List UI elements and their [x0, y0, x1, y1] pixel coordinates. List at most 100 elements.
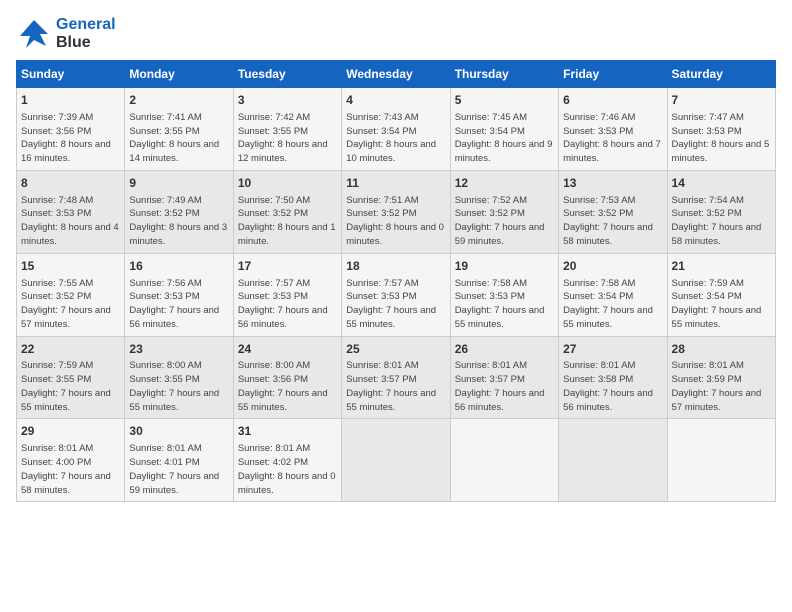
calendar-cell — [450, 419, 558, 502]
logo: General Blue — [16, 16, 116, 52]
calendar-cell: 21 Sunrise: 7:59 AM Sunset: 3:54 PM Dayli… — [667, 253, 775, 336]
calendar-cell: 17 Sunrise: 7:57 AM Sunset: 3:53 PM Dayli… — [233, 253, 341, 336]
calendar-cell: 16Sunrise: 7:56 AM Sunset: 3:53 PM Dayli… — [125, 253, 233, 336]
calendar-cell: 29 Sunrise: 8:01 AM Sunset: 4:00 PM Dayli… — [17, 419, 125, 502]
calendar-cell: 12Sunrise: 7:52 AM Sunset: 3:52 PM Dayli… — [450, 170, 558, 253]
day-details: Sunrise: 7:49 AM Sunset: 3:52 PM Dayligh… — [129, 194, 228, 249]
calendar-cell: 28Sunrise: 8:01 AM Sunset: 3:59 PM Dayli… — [667, 336, 775, 419]
day-details: Sunrise: 8:01 AM Sunset: 4:01 PM Dayligh… — [129, 442, 228, 497]
day-details: Sunrise: 8:01 AM Sunset: 3:57 PM Dayligh… — [455, 359, 554, 414]
logo-icon — [16, 16, 52, 52]
day-number: 7 — [672, 92, 771, 109]
day-details: Sunrise: 7:54 AM Sunset: 3:52 PM Dayligh… — [672, 194, 771, 249]
calendar-cell — [667, 419, 775, 502]
logo-text-general: General — [56, 16, 116, 34]
calendar-cell: 1Sunrise: 7:39 AM Sunset: 3:56 PM Daylig… — [17, 88, 125, 171]
day-number: 19 — [455, 258, 554, 275]
day-number: 17 — [238, 258, 337, 275]
calendar-cell: 6Sunrise: 7:46 AM Sunset: 3:53 PM Daylig… — [559, 88, 667, 171]
day-number: 18 — [346, 258, 445, 275]
day-details: Sunrise: 7:55 AM Sunset: 3:52 PM Dayligh… — [21, 277, 120, 332]
day-details: Sunrise: 7:48 AM Sunset: 3:53 PM Dayligh… — [21, 194, 120, 249]
day-number: 4 — [346, 92, 445, 109]
day-number: 8 — [21, 175, 120, 192]
calendar-cell: 24Sunrise: 8:00 AM Sunset: 3:56 PM Dayli… — [233, 336, 341, 419]
calendar-cell: 3Sunrise: 7:42 AM Sunset: 3:55 PM Daylig… — [233, 88, 341, 171]
day-number: 11 — [346, 175, 445, 192]
calendar-cell: 5Sunrise: 7:45 AM Sunset: 3:54 PM Daylig… — [450, 88, 558, 171]
calendar-cell: 22Sunrise: 7:59 AM Sunset: 3:55 PM Dayli… — [17, 336, 125, 419]
day-details: Sunrise: 8:01 AM Sunset: 4:02 PM Dayligh… — [238, 442, 337, 497]
calendar-cell: 8 Sunrise: 7:48 AM Sunset: 3:53 PM Daylig… — [17, 170, 125, 253]
calendar-cell: 7 Sunrise: 7:47 AM Sunset: 3:53 PM Daylig… — [667, 88, 775, 171]
header-cell-tuesday: Tuesday — [233, 61, 341, 88]
day-number: 21 — [672, 258, 771, 275]
calendar-week-row: 8 Sunrise: 7:48 AM Sunset: 3:53 PM Daylig… — [17, 170, 776, 253]
day-details: Sunrise: 7:46 AM Sunset: 3:53 PM Dayligh… — [563, 111, 662, 166]
day-number: 10 — [238, 175, 337, 192]
logo-text-blue: Blue — [56, 34, 116, 52]
day-number: 14 — [672, 175, 771, 192]
calendar-table: SundayMondayTuesdayWednesdayThursdayFrid… — [16, 60, 776, 502]
day-number: 20 — [563, 258, 662, 275]
calendar-cell: 9 Sunrise: 7:49 AM Sunset: 3:52 PM Daylig… — [125, 170, 233, 253]
day-details: Sunrise: 8:01 AM Sunset: 4:00 PM Dayligh… — [21, 442, 120, 497]
header-cell-monday: Monday — [125, 61, 233, 88]
day-number: 9 — [129, 175, 228, 192]
calendar-week-row: 15 Sunrise: 7:55 AM Sunset: 3:52 PM Dayli… — [17, 253, 776, 336]
calendar-cell: 20 Sunrise: 7:58 AM Sunset: 3:54 PM Dayli… — [559, 253, 667, 336]
calendar-cell: 31Sunrise: 8:01 AM Sunset: 4:02 PM Dayli… — [233, 419, 341, 502]
calendar-cell: 14 Sunrise: 7:54 AM Sunset: 3:52 PM Dayli… — [667, 170, 775, 253]
day-number: 23 — [129, 341, 228, 358]
day-details: Sunrise: 7:47 AM Sunset: 3:53 PM Dayligh… — [672, 111, 771, 166]
calendar-cell: 30 Sunrise: 8:01 AM Sunset: 4:01 PM Dayli… — [125, 419, 233, 502]
header-cell-wednesday: Wednesday — [342, 61, 450, 88]
day-details: Sunrise: 7:53 AM Sunset: 3:52 PM Dayligh… — [563, 194, 662, 249]
day-number: 15 — [21, 258, 120, 275]
day-details: Sunrise: 8:00 AM Sunset: 3:55 PM Dayligh… — [129, 359, 228, 414]
calendar-week-row: 29 Sunrise: 8:01 AM Sunset: 4:00 PM Dayli… — [17, 419, 776, 502]
day-number: 24 — [238, 341, 337, 358]
day-details: Sunrise: 7:43 AM Sunset: 3:54 PM Dayligh… — [346, 111, 445, 166]
calendar-cell: 18 Sunrise: 7:57 AM Sunset: 3:53 PM Dayli… — [342, 253, 450, 336]
calendar-cell: 23Sunrise: 8:00 AM Sunset: 3:55 PM Dayli… — [125, 336, 233, 419]
day-number: 25 — [346, 341, 445, 358]
day-number: 1 — [21, 92, 120, 109]
calendar-cell: 26Sunrise: 8:01 AM Sunset: 3:57 PM Dayli… — [450, 336, 558, 419]
day-details: Sunrise: 7:51 AM Sunset: 3:52 PM Dayligh… — [346, 194, 445, 249]
calendar-cell: 27Sunrise: 8:01 AM Sunset: 3:58 PM Dayli… — [559, 336, 667, 419]
day-number: 13 — [563, 175, 662, 192]
day-number: 29 — [21, 423, 120, 440]
calendar-week-row: 1Sunrise: 7:39 AM Sunset: 3:56 PM Daylig… — [17, 88, 776, 171]
calendar-cell — [342, 419, 450, 502]
calendar-cell: 11 Sunrise: 7:51 AM Sunset: 3:52 PM Dayli… — [342, 170, 450, 253]
day-details: Sunrise: 7:50 AM Sunset: 3:52 PM Dayligh… — [238, 194, 337, 249]
day-number: 26 — [455, 341, 554, 358]
day-details: Sunrise: 7:59 AM Sunset: 3:55 PM Dayligh… — [21, 359, 120, 414]
day-details: Sunrise: 7:57 AM Sunset: 3:53 PM Dayligh… — [238, 277, 337, 332]
header-cell-thursday: Thursday — [450, 61, 558, 88]
day-number: 2 — [129, 92, 228, 109]
day-details: Sunrise: 7:41 AM Sunset: 3:55 PM Dayligh… — [129, 111, 228, 166]
header-cell-saturday: Saturday — [667, 61, 775, 88]
header: General Blue — [16, 16, 776, 52]
calendar-cell: 13 Sunrise: 7:53 AM Sunset: 3:52 PM Dayli… — [559, 170, 667, 253]
day-details: Sunrise: 7:59 AM Sunset: 3:54 PM Dayligh… — [672, 277, 771, 332]
day-details: Sunrise: 7:57 AM Sunset: 3:53 PM Dayligh… — [346, 277, 445, 332]
calendar-week-row: 22Sunrise: 7:59 AM Sunset: 3:55 PM Dayli… — [17, 336, 776, 419]
day-number: 30 — [129, 423, 228, 440]
calendar-cell: 25Sunrise: 8:01 AM Sunset: 3:57 PM Dayli… — [342, 336, 450, 419]
day-details: Sunrise: 8:00 AM Sunset: 3:56 PM Dayligh… — [238, 359, 337, 414]
day-number: 3 — [238, 92, 337, 109]
calendar-cell: 2 Sunrise: 7:41 AM Sunset: 3:55 PM Daylig… — [125, 88, 233, 171]
day-details: Sunrise: 7:52 AM Sunset: 3:52 PM Dayligh… — [455, 194, 554, 249]
day-details: Sunrise: 7:58 AM Sunset: 3:54 PM Dayligh… — [563, 277, 662, 332]
calendar-cell: 4 Sunrise: 7:43 AM Sunset: 3:54 PM Daylig… — [342, 88, 450, 171]
day-details: Sunrise: 7:45 AM Sunset: 3:54 PM Dayligh… — [455, 111, 554, 166]
header-cell-sunday: Sunday — [17, 61, 125, 88]
calendar-cell: 10 Sunrise: 7:50 AM Sunset: 3:52 PM Dayli… — [233, 170, 341, 253]
header-cell-friday: Friday — [559, 61, 667, 88]
calendar-cell: 19Sunrise: 7:58 AM Sunset: 3:53 PM Dayli… — [450, 253, 558, 336]
day-number: 16 — [129, 258, 228, 275]
day-number: 28 — [672, 341, 771, 358]
